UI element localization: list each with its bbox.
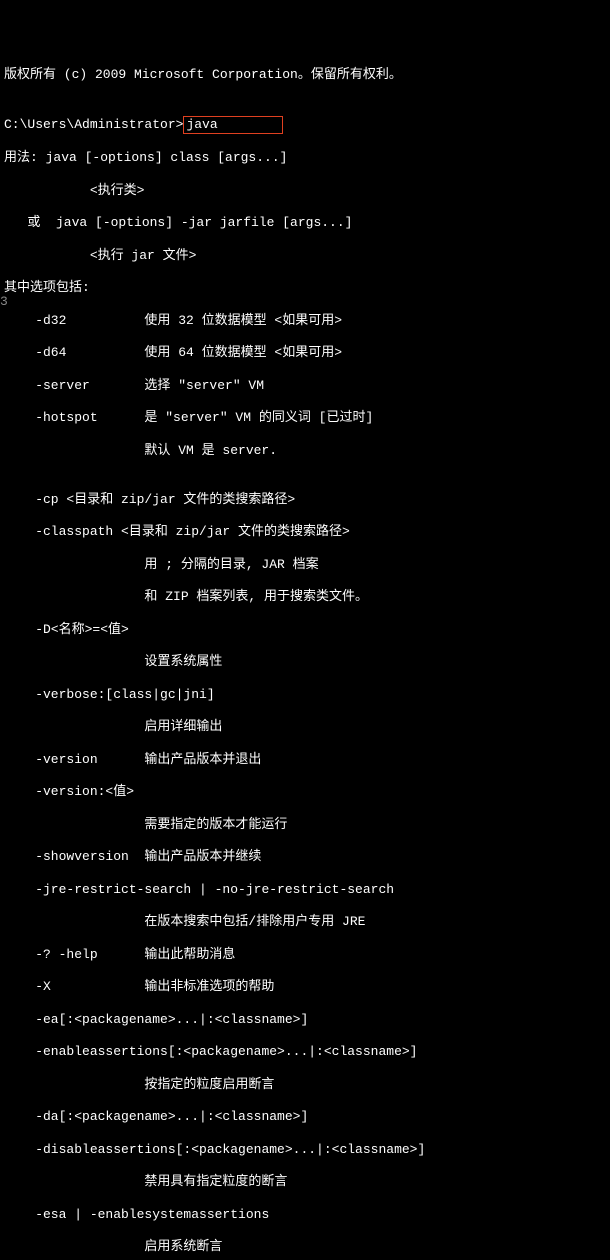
terminal-line: -da[:<packagename>...|:<classname>]: [4, 1109, 606, 1125]
terminal-line: 其中选项包括:: [4, 280, 606, 296]
terminal-line: -classpath <目录和 zip/jar 文件的类搜索路径>: [4, 524, 606, 540]
terminal-line: -verbose:[class|gc|jni]: [4, 687, 606, 703]
terminal-line: 启用详细输出: [4, 719, 606, 735]
terminal-line: -showversion 输出产品版本并继续: [4, 849, 606, 865]
terminal-line: -version 输出产品版本并退出: [4, 752, 606, 768]
terminal-line: -disableassertions[:<packagename>...|:<c…: [4, 1142, 606, 1158]
terminal-line: -version:<值>: [4, 784, 606, 800]
terminal-line: -d64 使用 64 位数据模型 <如果可用>: [4, 345, 606, 361]
terminal-line: 启用系统断言: [4, 1239, 606, 1255]
prompt-line[interactable]: C:\Users\Administrator>java: [4, 116, 606, 134]
terminal-line: 用 ; 分隔的目录, JAR 档案: [4, 557, 606, 573]
terminal-line: 默认 VM 是 server.: [4, 443, 606, 459]
terminal-line: 或 java [-options] -jar jarfile [args...]: [4, 215, 606, 231]
terminal-line: 需要指定的版本才能运行: [4, 817, 606, 833]
terminal-line: -hotspot 是 "server" VM 的同义词 [已过时]: [4, 410, 606, 426]
terminal-line: 在版本搜索中包括/排除用户专用 JRE: [4, 914, 606, 930]
terminal-line: -X 输出非标准选项的帮助: [4, 979, 606, 995]
command-text: java: [186, 117, 217, 132]
terminal-line: -ea[:<packagename>...|:<classname>]: [4, 1012, 606, 1028]
terminal-line: -? -help 输出此帮助消息: [4, 947, 606, 963]
terminal-line: -jre-restrict-search | -no-jre-restrict-…: [4, 882, 606, 898]
terminal-line: 禁用具有指定粒度的断言: [4, 1174, 606, 1190]
terminal-line: 版权所有 (c) 2009 Microsoft Corporation。保留所有…: [4, 67, 606, 83]
terminal-line: 设置系统属性: [4, 654, 606, 670]
terminal-line: <执行 jar 文件>: [4, 248, 606, 264]
terminal-line: -server 选择 "server" VM: [4, 378, 606, 394]
terminal-line: -d32 使用 32 位数据模型 <如果可用>: [4, 313, 606, 329]
clipped-char: 3: [0, 294, 8, 310]
command-highlight: java: [183, 116, 283, 134]
terminal-line: -enableassertions[:<packagename>...|:<cl…: [4, 1044, 606, 1060]
terminal-line: 和 ZIP 档案列表, 用于搜索类文件。: [4, 589, 606, 605]
prompt-text: C:\Users\Administrator>: [4, 117, 183, 132]
terminal-line: 用法: java [-options] class [args...]: [4, 150, 606, 166]
terminal-line: <执行类>: [4, 183, 606, 199]
terminal-line: -cp <目录和 zip/jar 文件的类搜索路径>: [4, 492, 606, 508]
terminal-line: -esa | -enablesystemassertions: [4, 1207, 606, 1223]
terminal-line: 按指定的粒度启用断言: [4, 1077, 606, 1093]
